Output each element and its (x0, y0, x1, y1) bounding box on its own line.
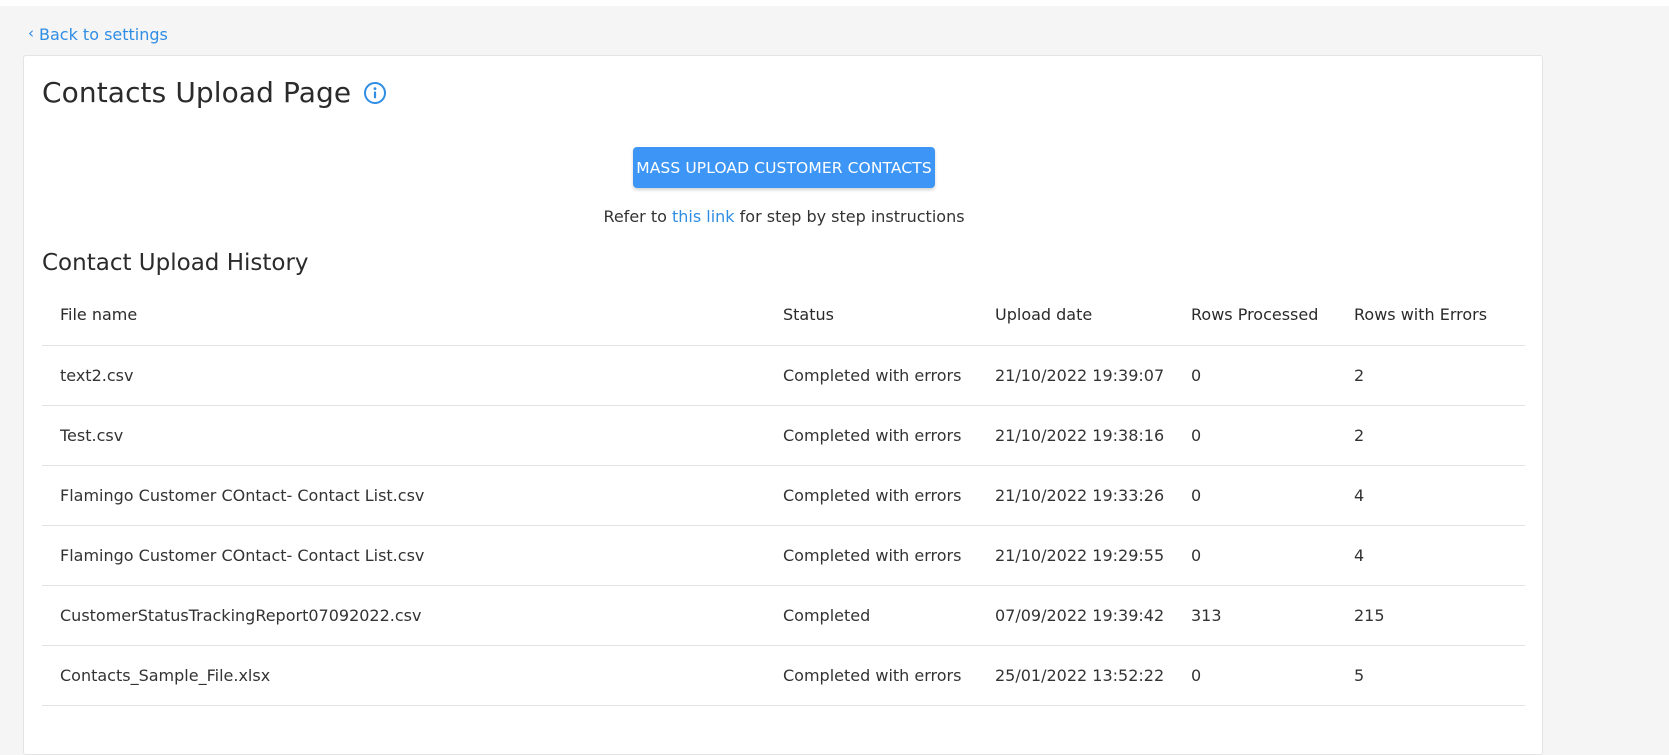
page-title: Contacts Upload Page (42, 76, 352, 109)
info-circle-icon[interactable] (363, 81, 387, 105)
table-row[interactable]: CustomerStatusTrackingReport07092022.csv… (42, 586, 1525, 646)
upload-date-cell: 25/01/2022 13:52:22 (995, 666, 1165, 685)
status-cell: Completed with errors (783, 666, 962, 685)
table-row[interactable]: Test.csv Completed with errors 21/10/202… (42, 406, 1525, 466)
upload-date-cell: 21/10/2022 19:33:26 (995, 486, 1165, 505)
status-cell: Completed with errors (783, 486, 962, 505)
rows-with-errors-cell: 5 (1354, 666, 1365, 685)
instructions-prefix: Refer to (603, 207, 667, 226)
top-strip (0, 0, 1669, 6)
upload-date-cell: 21/10/2022 19:38:16 (995, 426, 1165, 445)
column-header-status[interactable]: Status (783, 305, 995, 324)
file-name-cell: text2.csv (60, 366, 134, 385)
column-header-rows-processed[interactable]: Rows Processed (1191, 305, 1354, 324)
rows-processed-cell: 0 (1191, 486, 1202, 505)
instructions-suffix: for step by step instructions (739, 207, 965, 226)
rows-with-errors-cell: 2 (1354, 426, 1365, 445)
rows-with-errors-cell: 4 (1354, 546, 1365, 565)
rows-with-errors-cell: 215 (1354, 606, 1385, 625)
status-cell: Completed with errors (783, 546, 962, 565)
table-row[interactable]: Flamingo Customer COntact- Contact List.… (42, 526, 1525, 586)
rows-processed-cell: 0 (1191, 366, 1202, 385)
table-row[interactable]: Contacts_Sample_File.xlsx Completed with… (42, 646, 1525, 706)
upload-date-cell: 07/09/2022 19:39:42 (995, 606, 1165, 625)
file-name-cell: Contacts_Sample_File.xlsx (60, 666, 271, 685)
instructions-link[interactable]: this link (672, 207, 735, 226)
rows-processed-cell: 0 (1191, 666, 1202, 685)
upload-history-title: Contact Upload History (42, 250, 309, 276)
upload-date-cell: 21/10/2022 19:39:07 (995, 366, 1165, 385)
file-name-cell: Test.csv (60, 426, 124, 445)
mass-upload-button[interactable]: MASS UPLOAD CUSTOMER CONTACTS (633, 147, 935, 188)
column-header-upload-date[interactable]: Upload date (995, 305, 1191, 324)
column-header-rows-with-errors[interactable]: Rows with Errors (1354, 305, 1525, 324)
rows-processed-cell: 313 (1191, 606, 1222, 625)
table-row[interactable]: text2.csv Completed with errors 21/10/20… (42, 346, 1525, 406)
rows-with-errors-cell: 2 (1354, 366, 1365, 385)
table-row[interactable]: Flamingo Customer COntact- Contact List.… (42, 466, 1525, 526)
chevron-left-icon: ‹ (28, 24, 34, 42)
back-link-label: Back to settings (39, 25, 168, 44)
file-name-cell: CustomerStatusTrackingReport07092022.csv (60, 606, 422, 625)
file-name-cell: Flamingo Customer COntact- Contact List.… (60, 546, 425, 565)
status-cell: Completed with errors (783, 426, 962, 445)
status-cell: Completed (783, 606, 871, 625)
table-header-row: File name Status Upload date Rows Proces… (42, 284, 1525, 346)
rows-processed-cell: 0 (1191, 546, 1202, 565)
page-header: Contacts Upload Page (42, 76, 387, 109)
upload-card: Contacts Upload Page MASS UPLOAD CUSTOME… (23, 55, 1543, 755)
column-header-file-name[interactable]: File name (42, 305, 783, 324)
upload-date-cell: 21/10/2022 19:29:55 (995, 546, 1165, 565)
rows-with-errors-cell: 4 (1354, 486, 1365, 505)
status-cell: Completed with errors (783, 366, 962, 385)
upload-history-table: File name Status Upload date Rows Proces… (42, 284, 1525, 706)
instructions-line: Refer to this link for step by step inst… (24, 207, 1544, 226)
rows-processed-cell: 0 (1191, 426, 1202, 445)
back-to-settings-link[interactable]: ‹ Back to settings (28, 25, 168, 44)
file-name-cell: Flamingo Customer COntact- Contact List.… (60, 486, 425, 505)
